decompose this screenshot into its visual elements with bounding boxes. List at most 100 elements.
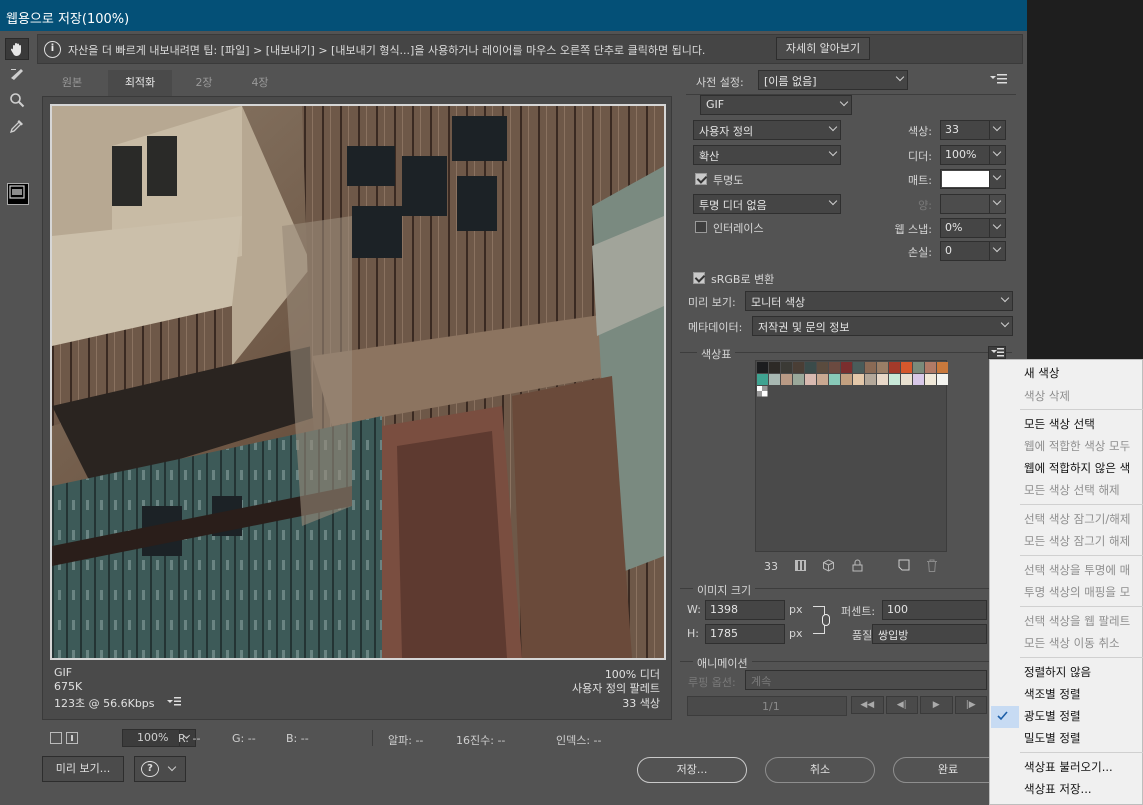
matte-select[interactable] — [940, 169, 1006, 189]
slice-select-tool-icon[interactable] — [5, 63, 29, 85]
colors-input[interactable]: 33 — [940, 120, 1006, 140]
browser-preview-button[interactable]: 미리 보기... — [42, 756, 124, 782]
color-swatch[interactable] — [757, 362, 768, 373]
browser-select-button[interactable]: ? — [134, 756, 186, 782]
lossy-input[interactable]: 0 — [940, 241, 1006, 261]
color-swatch[interactable] — [805, 374, 816, 385]
lock-icon[interactable] — [852, 559, 863, 575]
tab-optimized[interactable]: 최적화 — [108, 70, 172, 96]
preview-mode-select[interactable]: 모니터 색상 — [745, 291, 1013, 311]
color-swatch[interactable] — [937, 362, 948, 373]
color-swatch[interactable] — [829, 362, 840, 373]
menu-item-unlock-all[interactable]: 모든 색상 잠그기 해제 — [1024, 533, 1130, 549]
color-swatch[interactable] — [769, 362, 780, 373]
color-table-grid[interactable] — [755, 360, 948, 552]
link-proportions-icon[interactable] — [822, 614, 830, 626]
menu-item-new-color[interactable]: 새 색상 — [1024, 365, 1059, 381]
color-swatch[interactable] — [817, 374, 828, 385]
toggle-slices-icon[interactable] — [5, 181, 29, 203]
cube-icon[interactable] — [822, 559, 835, 575]
color-swatch[interactable] — [841, 374, 852, 385]
hand-tool-icon[interactable] — [5, 38, 29, 60]
color-swatch[interactable] — [889, 374, 900, 385]
color-swatch[interactable] — [853, 374, 864, 385]
color-swatch[interactable] — [793, 362, 804, 373]
preset-menu-icon[interactable] — [990, 74, 1008, 87]
color-swatch[interactable] — [913, 374, 924, 385]
color-swatch[interactable] — [757, 374, 768, 385]
color-swatch[interactable] — [829, 374, 840, 385]
color-swatch[interactable] — [901, 362, 912, 373]
menu-item-sort-by-hue[interactable]: 색조별 정렬 — [1024, 686, 1081, 702]
color-swatch[interactable] — [877, 362, 888, 373]
dither-input[interactable]: 100% — [940, 145, 1006, 165]
optimized-image-preview[interactable] — [50, 104, 666, 660]
color-swatch[interactable] — [901, 374, 912, 385]
color-swatch[interactable] — [769, 374, 780, 385]
color-swatch[interactable] — [925, 362, 936, 373]
tab-2up[interactable]: 2장 — [174, 70, 234, 96]
transparency-dither-select[interactable]: 투명 디더 없음 — [693, 194, 841, 214]
done-button[interactable]: 완료 — [893, 757, 1003, 783]
color-reduction-select[interactable]: 사용자 정의 — [693, 120, 841, 140]
color-swatch[interactable] — [781, 362, 792, 373]
interlace-checkbox[interactable] — [695, 221, 707, 233]
menu-item-save-color-table[interactable]: 색상표 저장... — [1024, 781, 1092, 797]
transparent-swatch[interactable] — [757, 386, 768, 397]
menu-item-sort-by-luminance[interactable]: 광도별 정렬 — [1024, 708, 1081, 724]
preset-select[interactable]: [이름 없음] — [758, 70, 908, 90]
first-frame-icon[interactable]: ◀◀ — [851, 696, 884, 714]
menu-item-select-web-safe[interactable]: 웹에 적합한 색상 모두 — [1024, 438, 1130, 454]
menu-item-delete-color[interactable]: 색상 삭제 — [1024, 388, 1070, 404]
menu-item-lock-toggle[interactable]: 선택 색상 잠그기/해제 — [1024, 511, 1130, 527]
color-swatch[interactable] — [937, 374, 948, 385]
learn-more-button[interactable]: 자세히 알아보기 — [776, 37, 870, 60]
zoom-out-icon[interactable] — [50, 732, 62, 744]
metadata-select[interactable]: 저작권 및 문의 정보 — [752, 316, 1013, 336]
transparency-checkbox[interactable] — [695, 173, 707, 185]
color-swatch[interactable] — [781, 374, 792, 385]
eyedropper-tool-icon[interactable] — [5, 115, 29, 137]
color-table-menu-icon[interactable] — [988, 346, 1006, 359]
cancel-button[interactable]: 취소 — [765, 757, 875, 783]
color-swatch[interactable] — [841, 362, 852, 373]
color-swatch[interactable] — [853, 362, 864, 373]
quality-select[interactable]: 쌍입방 — [872, 624, 987, 644]
dither-algorithm-select[interactable]: 확산 — [693, 145, 841, 165]
color-swatch[interactable] — [877, 374, 888, 385]
zoom-in-icon[interactable] — [66, 732, 78, 744]
save-button[interactable]: 저장... — [637, 757, 747, 783]
menu-item-load-color-table[interactable]: 색상표 불러오기... — [1024, 759, 1113, 775]
menu-item-shift-to-web[interactable]: 선택 색상을 웹 팔레트 — [1024, 613, 1130, 629]
color-swatch[interactable] — [913, 362, 924, 373]
web-snap-input[interactable]: 0% — [940, 218, 1006, 238]
menu-item-unmap-transparent[interactable]: 투명 색상의 매핑을 모 — [1024, 584, 1130, 600]
height-input[interactable]: 1785 — [705, 624, 785, 644]
trash-icon[interactable] — [926, 559, 938, 575]
menu-item-map-to-transparent[interactable]: 선택 색상을 투명에 매 — [1024, 562, 1130, 578]
next-frame-icon[interactable]: |▶ — [954, 696, 987, 714]
srgb-checkbox[interactable] — [693, 272, 705, 284]
menu-item-deselect-all[interactable]: 모든 색상 선택 해제 — [1024, 482, 1120, 498]
menu-item-unshift-all[interactable]: 모든 색상 이동 취소 — [1024, 635, 1120, 651]
previous-frame-icon[interactable]: ◀| — [885, 696, 918, 714]
menu-item-select-non-web-safe[interactable]: 웹에 적합하지 않은 색 — [1024, 460, 1130, 476]
color-swatch[interactable] — [805, 362, 816, 373]
new-color-icon[interactable] — [898, 559, 910, 574]
menu-item-unsorted[interactable]: 정렬하지 않음 — [1024, 664, 1091, 680]
download-speed-menu-icon[interactable] — [167, 696, 181, 707]
play-icon[interactable]: ▶ — [920, 696, 953, 714]
format-select[interactable]: GIF — [700, 95, 852, 115]
web-shift-icon[interactable] — [795, 560, 806, 571]
color-swatch[interactable] — [925, 374, 936, 385]
color-swatch[interactable] — [865, 362, 876, 373]
tab-4up[interactable]: 4장 — [230, 70, 290, 96]
color-swatch[interactable] — [889, 362, 900, 373]
color-swatch[interactable] — [793, 374, 804, 385]
percent-input[interactable]: 100 — [882, 600, 987, 620]
menu-item-sort-by-popularity[interactable]: 밀도별 정렬 — [1024, 730, 1081, 746]
color-swatches[interactable] — [756, 361, 948, 401]
color-swatch[interactable] — [865, 374, 876, 385]
color-swatch[interactable] — [817, 362, 828, 373]
width-input[interactable]: 1398 — [705, 600, 785, 620]
